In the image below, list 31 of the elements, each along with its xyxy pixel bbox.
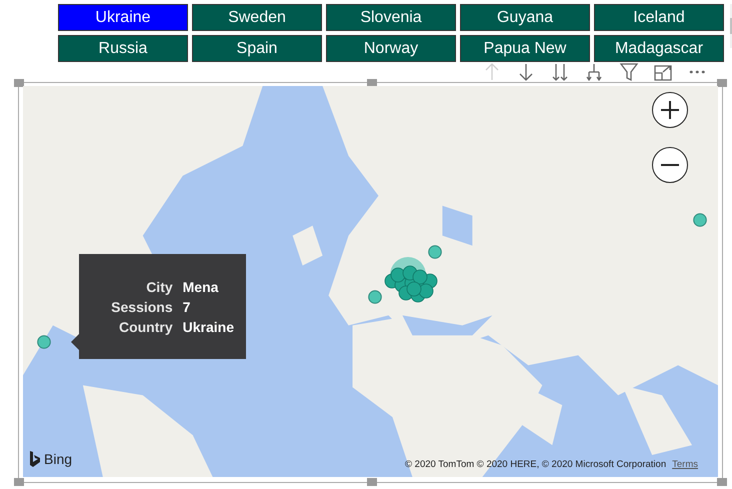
resize-handle[interactable] xyxy=(717,79,727,87)
resize-handle[interactable] xyxy=(717,478,727,486)
resize-handle[interactable] xyxy=(14,478,24,486)
slicer-item[interactable]: Spain xyxy=(192,35,322,62)
map-bubble xyxy=(37,335,51,349)
slicer-item[interactable]: Ukraine xyxy=(58,4,188,31)
resize-handle[interactable] xyxy=(367,478,377,486)
slicer-item[interactable]: Iceland xyxy=(594,4,724,31)
slicer-item[interactable]: Norway xyxy=(326,35,456,62)
map-logo: Bing xyxy=(44,451,72,467)
slicer-item[interactable]: Slovenia xyxy=(326,4,456,31)
slicer-item[interactable]: Papua New xyxy=(460,35,590,62)
logo-icon xyxy=(29,451,41,467)
map-bubble xyxy=(428,245,442,259)
map-attribution: © 2020 TomTom © 2020 HERE, © 2020 Microsoft Corporation xyxy=(405,459,666,470)
tooltip-value: 7 xyxy=(182,298,192,314)
slicer-item[interactable]: Russia xyxy=(58,35,188,62)
tooltip-label: Country xyxy=(118,318,173,334)
slicer-item[interactable]: Madagascar xyxy=(594,35,724,62)
tooltip-label: City xyxy=(145,278,173,294)
tooltip-label: Sessions xyxy=(111,298,173,314)
map-bubble xyxy=(368,290,382,304)
tooltip-value: Ukraine xyxy=(182,318,234,334)
slicer-item[interactable]: Guyana xyxy=(460,4,590,31)
terms-link[interactable]: Terms xyxy=(672,459,698,470)
resize-handle[interactable] xyxy=(14,79,24,87)
slicer-item[interactable]: Sweden xyxy=(192,4,322,31)
plus-icon xyxy=(660,100,680,120)
tooltip-value: Mena xyxy=(182,278,220,294)
minus-icon xyxy=(660,164,680,166)
map-bubble xyxy=(693,213,707,227)
